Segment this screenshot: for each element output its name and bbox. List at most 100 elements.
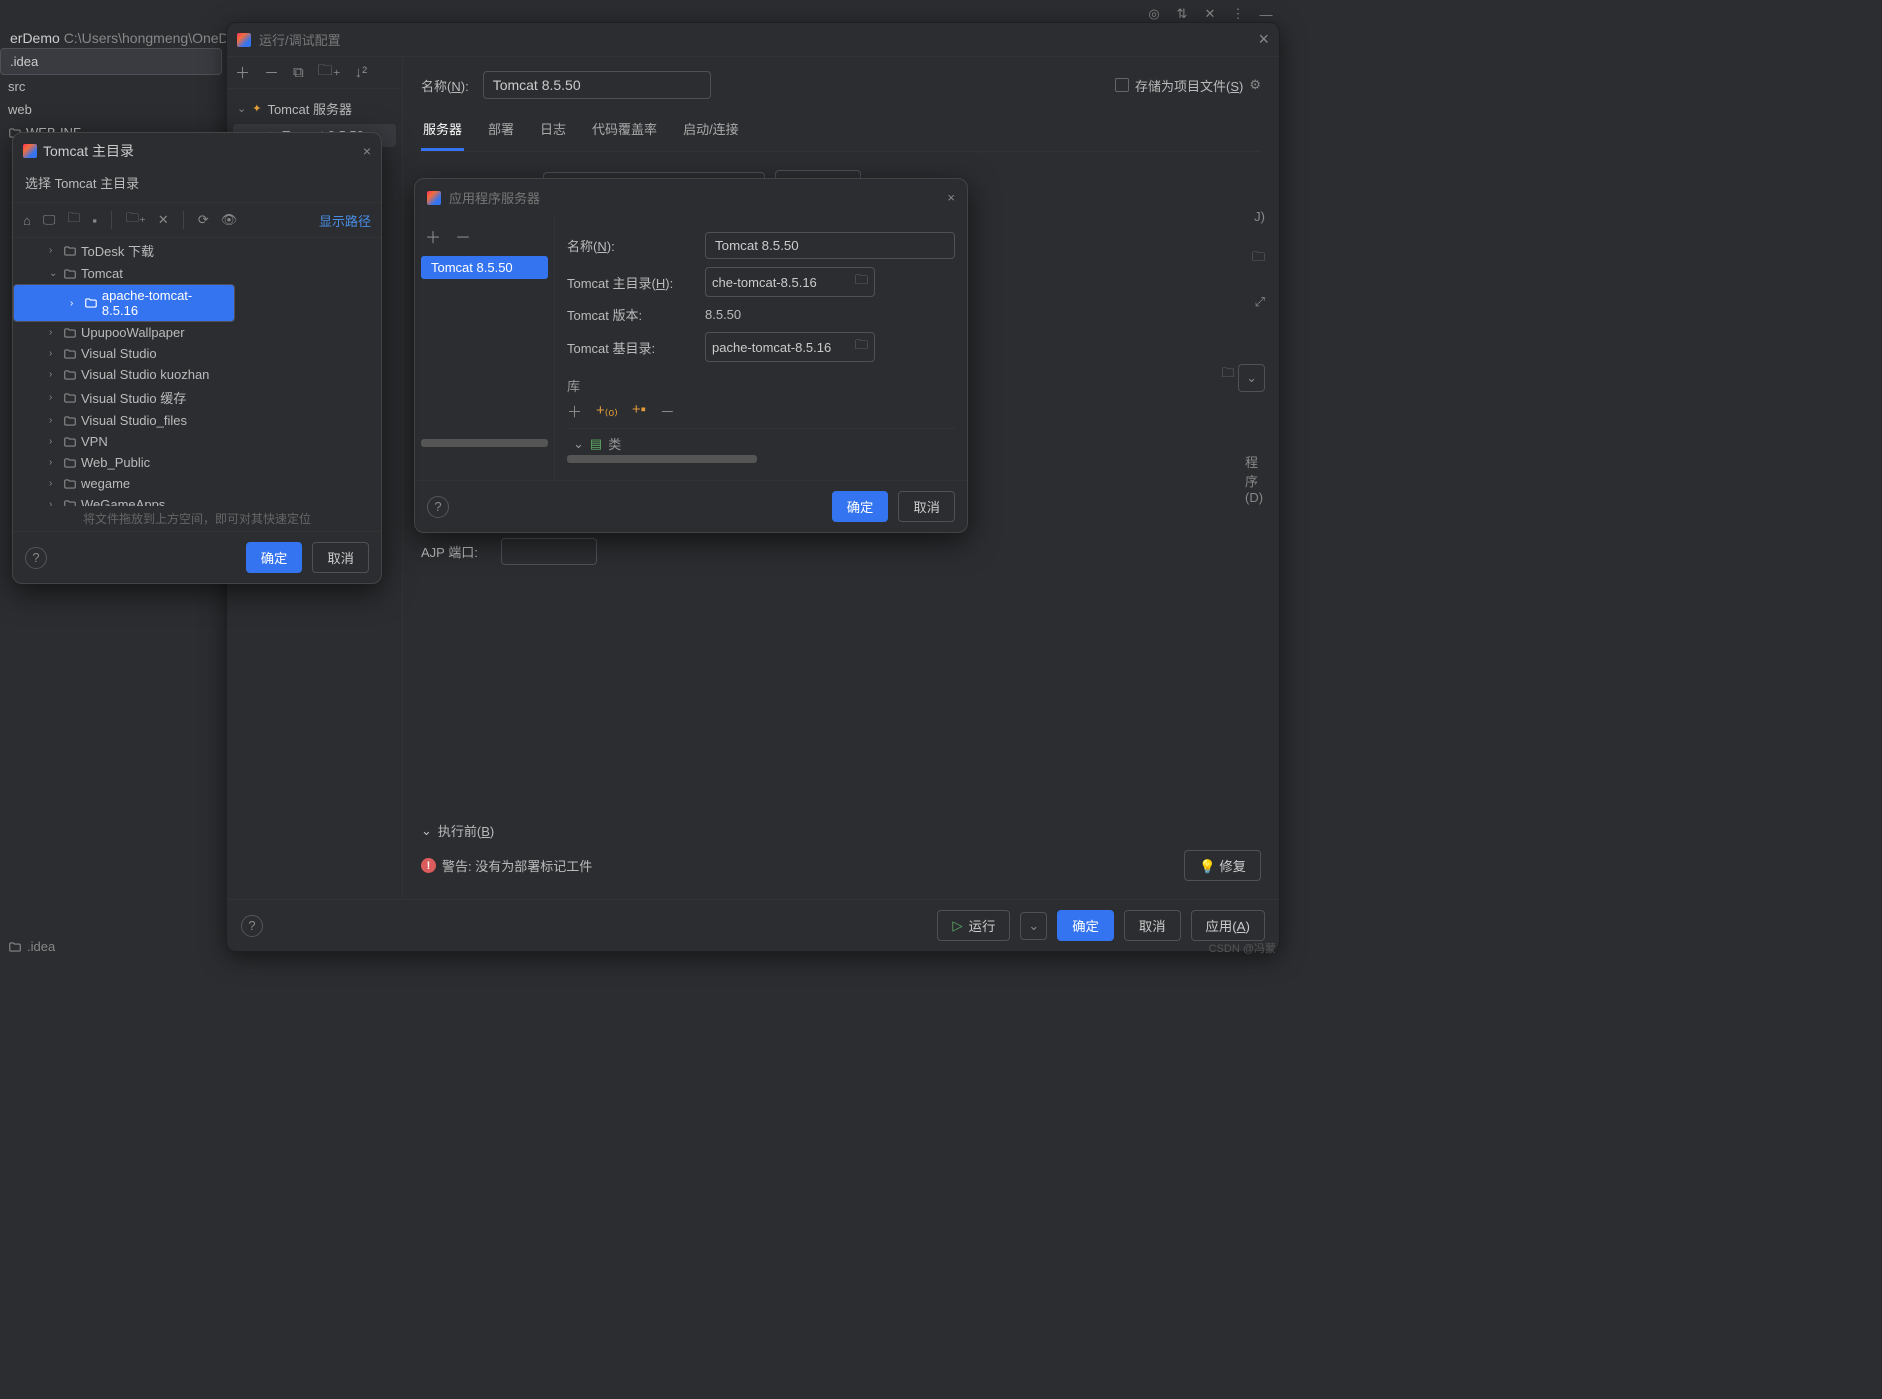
copy-icon[interactable]: ⧉ <box>293 64 304 81</box>
intellij-icon <box>237 33 251 47</box>
delete-icon[interactable]: ✕ <box>158 212 169 228</box>
add-class-icon[interactable]: +₍ₒ₎ <box>596 401 618 422</box>
tree-item[interactable]: ›UpupooWallpaper <box>13 322 381 343</box>
tab-deploy[interactable]: 部署 <box>486 113 516 151</box>
tab-logs[interactable]: 日志 <box>538 113 568 151</box>
remove-icon[interactable]: － <box>660 401 675 422</box>
chevron-down-icon[interactable]: ⌄ <box>1238 364 1265 392</box>
close-icon[interactable]: ✕ <box>1202 6 1218 22</box>
fix-button[interactable]: 💡 修复 <box>1184 850 1261 881</box>
gear-icon[interactable]: ⚙ <box>1249 77 1261 93</box>
tree-item[interactable]: ›Web_Public <box>13 452 381 473</box>
tree-item[interactable]: ›wegame <box>13 473 381 494</box>
ajp-input[interactable] <box>501 538 597 565</box>
intellij-icon <box>427 191 441 205</box>
updown-icon[interactable]: ⇅ <box>1174 6 1190 22</box>
app-server-dialog: 应用程序服务器 × ＋ － Tomcat 8.5.50 名称(N): Tomca… <box>414 178 968 533</box>
tree-item[interactable]: ›Visual Studio kuozhan <box>13 364 381 385</box>
base-dir-input[interactable]: pache-tomcat-8.5.16 🗀 <box>705 332 875 362</box>
module-icon[interactable]: ▪ <box>92 213 97 228</box>
before-launch-section[interactable]: ⌄ 执行前(B) <box>421 821 1261 840</box>
config-group-tomcat[interactable]: ⌄ ✦ Tomcat 服务器 <box>227 95 402 122</box>
ok-button[interactable]: 确定 <box>1057 910 1114 941</box>
chevron-icon: › <box>49 457 59 468</box>
tree-item[interactable]: ›VPN <box>13 431 381 452</box>
desktop-icon[interactable]: 🖵 <box>43 212 56 228</box>
folder-icon[interactable]: 🗀 <box>849 271 868 293</box>
tab-server[interactable]: 服务器 <box>421 113 464 151</box>
folder-add-icon[interactable]: 🗀₊ <box>318 60 341 85</box>
apply-button[interactable]: 应用(A) <box>1191 910 1265 941</box>
cancel-button[interactable]: 取消 <box>898 491 955 522</box>
show-hidden-icon[interactable]: 👁 <box>221 212 238 228</box>
cancel-button[interactable]: 取消 <box>312 542 369 573</box>
project-icon[interactable]: 🗀 <box>67 209 80 231</box>
home-icon[interactable]: ⌂ <box>23 213 31 228</box>
tree-item-idea[interactable]: .idea <box>0 48 222 75</box>
warning-row: ! 警告: 没有为部署标记工件 💡 修复 <box>421 850 1261 881</box>
scrollbar-horiz[interactable] <box>421 439 548 447</box>
chevron-icon: ⌄ <box>49 268 59 279</box>
tree-item[interactable]: ›Visual Studio_files <box>13 410 381 431</box>
server-name-label: 名称(N): <box>567 236 697 255</box>
home-dir-label: Tomcat 主目录(H): <box>567 273 697 292</box>
right-gutter: J) 🗀 ⤢ 🗀 ⌄ 程序(D) <box>1231 197 1279 517</box>
store-as-file[interactable]: 存储为项目文件(S) ⚙ <box>1115 76 1261 95</box>
home-dir-tree[interactable]: ›ToDesk 下载⌄Tomcat›apache-tomcat-8.5.16›U… <box>13 238 381 506</box>
help-icon[interactable]: ? <box>427 496 449 518</box>
idea-tab[interactable]: .idea <box>8 939 55 954</box>
app-dialog-header: 应用程序服务器 × <box>415 179 967 216</box>
tree-item[interactable]: ›Visual Studio <box>13 343 381 364</box>
add-icon[interactable]: ＋ <box>235 62 250 83</box>
close-icon[interactable]: × <box>363 143 371 159</box>
home-dir-input[interactable]: che-tomcat-8.5.16 🗀 <box>705 267 875 297</box>
tree-item-web[interactable]: web <box>0 98 180 121</box>
new-folder-icon[interactable]: 🗀₊ <box>126 209 146 231</box>
target-icon[interactable]: ◎ <box>1146 6 1162 22</box>
minimize-icon[interactable]: — <box>1258 6 1274 22</box>
ok-button[interactable]: 确定 <box>832 491 889 522</box>
server-name-input[interactable] <box>705 232 955 259</box>
add-icon[interactable]: ＋ <box>567 401 582 422</box>
remove-icon[interactable]: － <box>455 224 471 248</box>
show-path-link[interactable]: 显示路径 <box>319 211 371 230</box>
tree-item-src[interactable]: src <box>0 75 180 98</box>
help-icon[interactable]: ? <box>241 915 263 937</box>
refresh-icon[interactable]: ⟳ <box>198 212 209 228</box>
name-input[interactable] <box>483 71 711 99</box>
help-icon[interactable]: ? <box>25 547 47 569</box>
scrollbar-horiz[interactable] <box>567 455 757 463</box>
play-icon: ▷ <box>952 918 962 934</box>
server-list-item[interactable]: Tomcat 8.5.50 <box>421 256 548 279</box>
folder-icon[interactable]: 🗀 <box>1231 236 1279 282</box>
sort-icon[interactable]: ↓² <box>355 64 368 81</box>
tree-item[interactable]: ›Visual Studio 缓存 <box>13 385 381 410</box>
ok-button[interactable]: 确定 <box>246 542 303 573</box>
tree-item[interactable]: ›WeGameApps <box>13 494 381 506</box>
add-jar-icon[interactable]: +▪ <box>632 401 646 422</box>
chevron-icon: › <box>49 348 59 359</box>
name-label: 名称(N): <box>421 76 469 95</box>
close-icon[interactable]: × <box>1258 29 1269 50</box>
chevron-icon: › <box>49 369 59 380</box>
folder-icon[interactable]: 🗀 <box>1221 364 1234 392</box>
expand-icon[interactable]: ⤢ <box>1231 282 1279 322</box>
more-icon[interactable]: ⋮ <box>1230 6 1246 22</box>
lib-class-row[interactable]: ⌄ ▤ 类 <box>567 428 955 453</box>
drag-hint: 将文件拖放到上方空间，即可对其快速定位 <box>13 506 381 531</box>
checkbox-icon[interactable] <box>1115 78 1129 92</box>
cancel-button[interactable]: 取消 <box>1124 910 1181 941</box>
tab-startup[interactable]: 启动/连接 <box>681 113 741 151</box>
tree-item[interactable]: ⌄Tomcat <box>13 263 381 284</box>
close-icon[interactable]: × <box>947 190 955 205</box>
run-button[interactable]: ▷运行 <box>937 910 1010 941</box>
tree-item[interactable]: ›ToDesk 下载 <box>13 238 381 263</box>
home-dialog-title: Tomcat 主目录 <box>43 141 134 161</box>
tree-item[interactable]: ›apache-tomcat-8.5.16 <box>13 284 235 322</box>
run-dropdown[interactable]: ⌄ <box>1020 912 1047 940</box>
folder-icon[interactable]: 🗀 <box>849 336 868 358</box>
remove-icon[interactable]: － <box>264 62 279 83</box>
tab-coverage[interactable]: 代码覆盖率 <box>590 113 659 151</box>
version-label: Tomcat 版本: <box>567 305 697 324</box>
add-icon[interactable]: ＋ <box>425 224 441 248</box>
